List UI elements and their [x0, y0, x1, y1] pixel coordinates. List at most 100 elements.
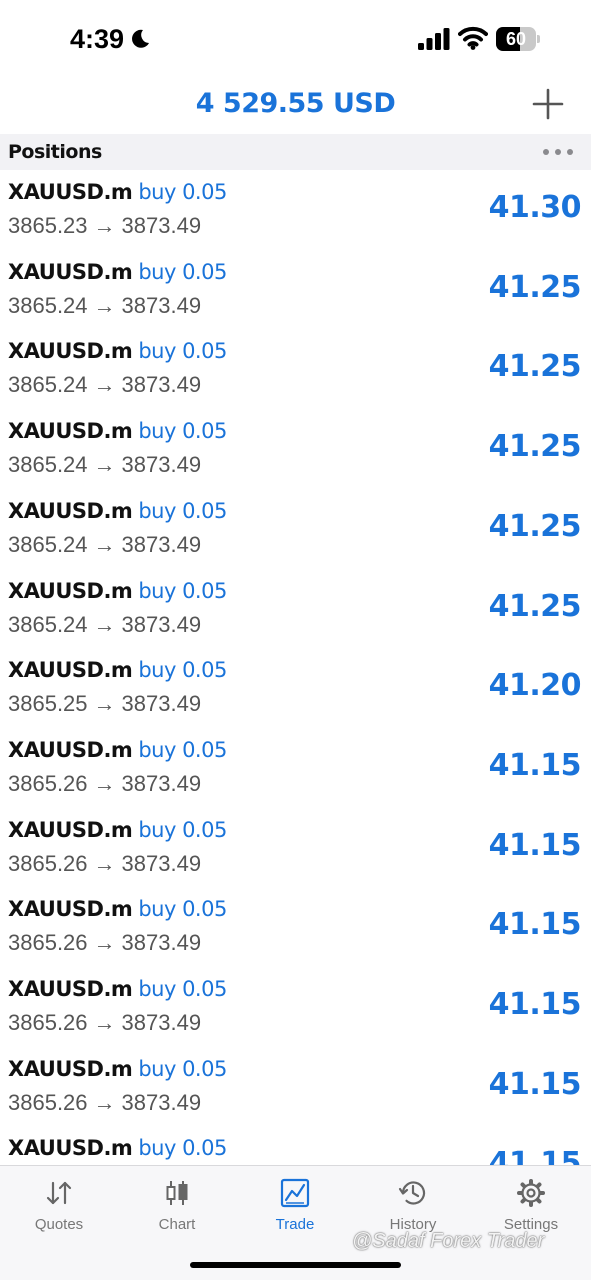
current-price: 3873.49: [121, 292, 202, 318]
position-row[interactable]: XAUUSD.m buy 0.05 3865.24 → 3873.49 41.25: [0, 250, 591, 330]
position-symbol: XAUUSD.m: [8, 259, 133, 284]
open-price: 3865.26: [8, 1089, 88, 1115]
arrow-right-icon: →: [93, 691, 116, 717]
position-symbol: XAUUSD.m: [8, 1136, 133, 1161]
position-type: buy 0.05: [138, 1136, 227, 1161]
position-symbol: XAUUSD.m: [8, 578, 133, 603]
position-prices: 3865.23 → 3873.49: [8, 213, 201, 239]
position-type: buy 0.05: [138, 578, 227, 603]
account-balance: 4 529.55 USD: [195, 88, 396, 119]
current-price: 3873.49: [121, 770, 202, 796]
arrow-right-icon: →: [93, 850, 116, 876]
position-prices: 3865.24 → 3873.49: [8, 532, 201, 558]
position-prices: 3865.24 → 3873.49: [8, 293, 201, 319]
position-type: buy 0.05: [138, 498, 227, 523]
watermark: @Sadaf Forex Trader: [352, 1230, 545, 1252]
arrow-right-icon: →: [93, 611, 116, 637]
position-symbol: XAUUSD.m: [8, 737, 133, 762]
position-prices: 3865.26 → 3873.49: [8, 1090, 201, 1116]
position-profit: 41.15: [488, 987, 582, 1022]
position-prices: 3865.26 → 3873.49: [8, 851, 201, 877]
position-row[interactable]: XAUUSD.m buy 0.05 3865.26 → 3873.49 41.15: [0, 967, 591, 1047]
arrow-right-icon: →: [93, 372, 116, 398]
positions-list[interactable]: XAUUSD.m buy 0.05 3865.23 → 3873.49 41.30 XAUU…: [0, 170, 591, 1165]
position-prices: 3865.24 → 3873.49: [8, 372, 201, 398]
position-symbol: XAUUSD.m: [8, 977, 133, 1001]
position-row[interactable]: XAUUSD.m buy 0.05 3865.26 → 3873.49 41.15: [0, 728, 591, 808]
position-row[interactable]: XAUUSD.m buy 0.05 3865.24 → 3873.49 41.25: [0, 409, 591, 489]
tab-chart[interactable]: Chart: [118, 1166, 236, 1238]
open-price: 3865.26: [8, 770, 88, 796]
tab-trade[interactable]: Trade: [236, 1166, 354, 1238]
position-symbol: XAUUSD.m: [8, 658, 133, 683]
current-price: 3873.49: [121, 930, 202, 956]
open-price: 3865.24: [8, 372, 88, 398]
battery-icon: 60: [496, 27, 540, 51]
position-type: buy 0.05: [138, 897, 227, 922]
open-price: 3865.23: [8, 213, 88, 238]
position-type: buy 0.05: [138, 1056, 227, 1081]
position-prices: 3865.25 → 3873.49: [8, 691, 201, 717]
plus-icon[interactable]: [530, 86, 566, 122]
position-profit: 41.15: [488, 1066, 582, 1102]
position-header: XAUUSD.m buy 0.05: [8, 897, 227, 921]
position-symbol: XAUUSD.m: [8, 498, 133, 523]
tab-label: Trade: [275, 1216, 315, 1233]
more-icon[interactable]: [540, 140, 576, 164]
open-price: 3865.26: [8, 930, 88, 956]
tab-label: Quotes: [34, 1216, 84, 1233]
positions-section-header: Positions: [0, 134, 591, 170]
position-row[interactable]: XAUUSD.m buy 0.05 3865.24 → 3873.49 41.25: [0, 329, 591, 409]
arrow-right-icon: →: [93, 531, 116, 557]
current-price: 3873.49: [121, 452, 202, 478]
position-row[interactable]: XAUUSD.m buy 0.05 3865.23 → 3873.49 41.30: [0, 170, 591, 250]
current-price: 3873.49: [121, 1089, 202, 1115]
position-profit: 41.25: [488, 588, 582, 624]
open-price: 3865.26: [8, 1010, 88, 1035]
position-header: XAUUSD.m buy 0.05: [8, 738, 227, 762]
position-profit: 41.30: [488, 190, 582, 225]
tab-quotes[interactable]: Quotes: [0, 1166, 118, 1238]
position-row[interactable]: XAUUSD.m buy 0.05 3865.26 → 3873.49 41.15: [0, 1047, 591, 1127]
position-header: XAUUSD.m buy 0.05: [8, 579, 227, 603]
position-profit: 41.25: [488, 429, 582, 465]
position-row[interactable]: XAUUSD.m buy 0.05 3865.24 → 3873.49 41.25: [0, 569, 591, 649]
position-header: XAUUSD.m buy 0.05: [8, 977, 227, 1001]
status-time: 4:39: [70, 24, 125, 54]
position-row[interactable]: XAUUSD.m buy 0.05 3865.24 → 3873.49 41.25: [0, 489, 591, 569]
position-header: XAUUSD.m buy 0.05: [8, 180, 227, 204]
open-price: 3865.25: [8, 691, 88, 717]
position-symbol: XAUUSD.m: [8, 180, 133, 204]
current-price: 3873.49: [121, 850, 202, 876]
open-price: 3865.24: [8, 292, 88, 318]
arrow-right-icon: →: [93, 292, 116, 318]
position-header: XAUUSD.m buy 0.05: [8, 818, 227, 842]
position-profit: 41.15: [488, 1146, 582, 1165]
position-row[interactable]: XAUUSD.m buy 0.05 3865.26 → 3873.49 41.15: [0, 887, 591, 967]
settings-icon: [517, 1179, 545, 1207]
open-price: 3865.24: [8, 531, 88, 557]
open-price: 3865.26: [8, 850, 88, 876]
position-prices: 3865.26 → 3873.49: [8, 771, 201, 797]
position-header: XAUUSD.m buy 0.05: [8, 499, 227, 523]
position-type: buy 0.05: [138, 419, 227, 444]
position-prices: 3865.26 → 3873.49: [8, 1010, 201, 1036]
quotes-icon: [46, 1181, 72, 1205]
position-type: buy 0.05: [138, 817, 227, 842]
open-price: 3865.24: [8, 452, 88, 478]
tab-settings[interactable]: Settings: [472, 1166, 590, 1238]
tab-history[interactable]: History: [354, 1166, 472, 1238]
position-header: XAUUSD.m buy 0.05: [8, 419, 227, 443]
account-header: 4 529.55 USD: [0, 80, 591, 134]
position-type: buy 0.05: [138, 658, 227, 683]
position-profit: 41.25: [488, 349, 582, 385]
position-header: XAUUSD.m buy 0.05: [8, 1057, 227, 1081]
position-row[interactable]: XAUUSD.m buy 0.05 3865.26 → 3873.49 41.15: [0, 808, 591, 888]
home-indicator[interactable]: [190, 1262, 401, 1268]
position-profit: 41.15: [488, 747, 582, 783]
position-row[interactable]: XAUUSD.m buy 0.05 41.15: [0, 1126, 591, 1165]
tab-label: Chart: [158, 1216, 196, 1233]
position-row[interactable]: XAUUSD.m buy 0.05 3865.25 → 3873.49 41.20: [0, 648, 591, 728]
position-header: XAUUSD.m buy 0.05: [8, 1136, 227, 1160]
position-prices: 3865.24 → 3873.49: [8, 612, 201, 638]
